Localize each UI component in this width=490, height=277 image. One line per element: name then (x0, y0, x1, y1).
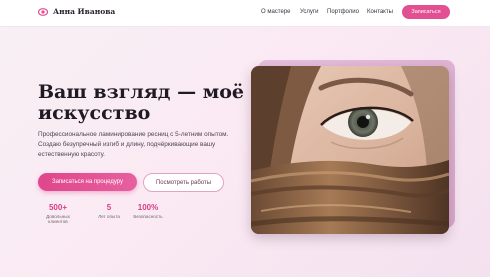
book-button[interactable]: Записаться (402, 5, 450, 19)
stat-label: Безопасность (133, 214, 163, 219)
brand-logo[interactable]: Анна Иванова (38, 7, 115, 16)
stat-value: 5 (106, 203, 112, 212)
stat-label: Лет опыта (98, 214, 120, 219)
site-header: Анна Иванова О мастере Услуги Портфолио … (0, 0, 490, 27)
stat-safety: 100% Безопасность (129, 203, 167, 219)
hero-title: Ваш взгляд — моё искусство (38, 81, 244, 124)
stat-value: 500+ (48, 203, 68, 212)
view-works-button[interactable]: Посмотреть работы (143, 173, 224, 192)
nav-services[interactable]: Услуги (300, 9, 318, 15)
hero-subtitle: Профессиональное ламинирование ресниц с … (38, 131, 229, 158)
hero-photo (251, 66, 449, 234)
nav-portfolio[interactable]: Портфолио (327, 9, 359, 15)
book-procedure-button[interactable]: Записаться на процедуру (38, 173, 137, 191)
eye-icon (38, 7, 48, 16)
stat-experience: 5 Лет опыта (92, 203, 126, 219)
stat-label: Довольных клиентов (46, 214, 70, 224)
stat-clients: 500+ Довольных клиентов (38, 203, 78, 224)
stat-value: 100% (137, 203, 159, 212)
nav-contacts[interactable]: Контакты (367, 9, 393, 15)
brand-name: Анна Иванова (53, 7, 116, 16)
nav-about[interactable]: О мастере (261, 9, 291, 15)
